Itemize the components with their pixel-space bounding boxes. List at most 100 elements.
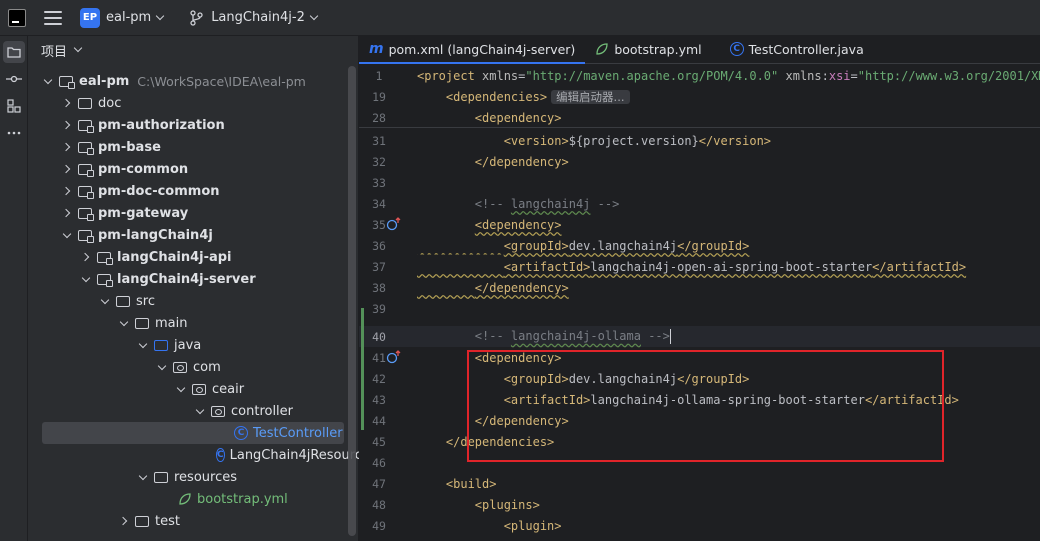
- code-token: <dependency>: [474, 217, 562, 232]
- code-token: langchain4j-open-ai-spring-boot-starter: [590, 259, 873, 274]
- tab-testcontroller-java[interactable]: C TestController.java: [720, 35, 874, 63]
- code-area[interactable]: 1 <project xmlns = "http://maven.apache.or…: [359, 65, 1040, 541]
- folder-icon: [135, 515, 149, 527]
- panel-header[interactable]: 项目: [28, 36, 358, 64]
- tab-pom-xml[interactable]: m pom.xml (langChain4j-server): [359, 35, 586, 64]
- project-scrollbar[interactable]: [348, 66, 356, 536]
- line-number: 47: [372, 476, 386, 491]
- tree-item-pm-base[interactable]: pm-base: [28, 136, 358, 158]
- code-token: "http://maven.apache.org/POM/4.0.0": [525, 68, 779, 83]
- code-line: 28 <dependency>: [359, 107, 1040, 128]
- tree-item-langchain4j-api[interactable]: langChain4j-api: [28, 246, 358, 268]
- project-name[interactable]: eal-pm: [106, 10, 151, 25]
- expand-arrow-icon[interactable]: [100, 296, 110, 306]
- project-badge[interactable]: EP: [80, 7, 100, 28]
- module-folder-icon: [97, 251, 113, 265]
- code-token: <build>: [445, 476, 497, 491]
- line-number: 43: [372, 392, 386, 407]
- tab-label: bootstrap.yml: [614, 41, 702, 57]
- expand-arrow-icon[interactable]: [176, 384, 186, 394]
- tree-item-langchain4jresource[interactable]: C LangChain4jResource: [28, 444, 370, 466]
- code-line: 48 <plugins>: [359, 494, 1040, 515]
- chevron-down-icon[interactable]: [309, 11, 319, 20]
- tree-item-label: com: [193, 359, 221, 375]
- branch-name[interactable]: LangChain4j-2: [211, 10, 305, 25]
- code-token: </groupId>: [677, 238, 750, 253]
- git-branch-icon[interactable]: [189, 9, 203, 26]
- tree-item-testcontroller[interactable]: C TestController: [42, 422, 344, 444]
- tree-item-doc[interactable]: doc: [28, 92, 358, 114]
- edit-starters-hint[interactable]: 编辑启动器...: [551, 89, 630, 104]
- vcs-change-marker[interactable]: [361, 308, 364, 430]
- chevron-down-icon[interactable]: [155, 11, 165, 20]
- tree-item-java[interactable]: java: [28, 334, 358, 356]
- package-icon: [192, 383, 206, 395]
- tool-window-strip: [0, 36, 28, 541]
- intellij-logo-icon[interactable]: [8, 8, 26, 27]
- spring-leaf-icon: [595, 42, 609, 56]
- tree-item-controller[interactable]: controller: [28, 400, 358, 422]
- more-icon[interactable]: [3, 122, 25, 144]
- tree-item-pm-authorization[interactable]: pm-authorization: [28, 114, 358, 136]
- code-line: 39: [359, 298, 1040, 319]
- expand-arrow-icon[interactable]: [138, 472, 148, 482]
- package-icon: [211, 405, 225, 417]
- tree-item-resources[interactable]: resources: [28, 466, 358, 488]
- tree-item-main[interactable]: main: [28, 312, 358, 334]
- line-number: 37: [372, 259, 386, 274]
- overrides-parent-icon[interactable]: [386, 350, 402, 364]
- spring-leaf-icon: [178, 492, 192, 506]
- expand-arrow-icon[interactable]: [43, 76, 53, 86]
- tree-item-label: pm-authorization: [98, 117, 225, 133]
- tree-item-langchain4j-server[interactable]: langChain4j-server: [28, 268, 358, 290]
- expand-arrow-icon[interactable]: [119, 318, 129, 328]
- line-number: 31: [372, 133, 386, 148]
- code-line: 31 <version>${project.version}</version>: [359, 130, 1040, 151]
- expand-arrow-icon[interactable]: [81, 252, 91, 262]
- expand-arrow-icon[interactable]: [62, 120, 72, 130]
- module-folder-icon: [59, 75, 75, 89]
- expand-arrow-icon[interactable]: [62, 208, 72, 218]
- code-token: <!--: [474, 329, 511, 343]
- tree-item-pm-common[interactable]: pm-common: [28, 158, 358, 180]
- expand-arrow-icon[interactable]: [138, 340, 148, 350]
- overrides-parent-icon[interactable]: [386, 217, 402, 231]
- module-folder-icon: [78, 163, 94, 177]
- line-number: 42: [372, 371, 386, 386]
- tree-item-pm-doc-common[interactable]: pm-doc-common: [28, 180, 358, 202]
- main-menu-icon[interactable]: [44, 10, 62, 25]
- line-number: 45: [372, 434, 386, 449]
- project-folder-icon[interactable]: [3, 41, 25, 63]
- tree-item-src[interactable]: src: [28, 290, 358, 312]
- expand-arrow-icon[interactable]: [157, 362, 167, 372]
- code-token: </dependency>: [474, 280, 569, 295]
- tree-item-pm-langchain4j[interactable]: pm-langChain4j: [28, 224, 358, 246]
- tree-item-pm-gateway[interactable]: pm-gateway: [28, 202, 358, 224]
- expand-arrow-icon[interactable]: [62, 142, 72, 152]
- folder-icon: [78, 97, 92, 109]
- expand-arrow-icon[interactable]: [195, 406, 205, 416]
- tab-bootstrap-yml[interactable]: bootstrap.yml: [585, 35, 711, 63]
- expand-arrow-icon[interactable]: [81, 274, 91, 284]
- tree-item-eal-pm[interactable]: eal-pm C:\WorkSpace\IDEA\eal-pm: [28, 70, 358, 92]
- tree-item-com[interactable]: com: [28, 356, 358, 378]
- line-number: 44: [372, 413, 386, 428]
- commit-icon[interactable]: [3, 68, 25, 90]
- code-token: <project: [417, 68, 483, 83]
- structure-icon[interactable]: [3, 95, 25, 117]
- tree-item-test[interactable]: test: [28, 510, 358, 532]
- class-icon: C: [729, 42, 744, 56]
- class-icon: C: [234, 426, 248, 440]
- tree-item-ceair[interactable]: ceair: [28, 378, 358, 400]
- line-number: 48: [372, 497, 386, 512]
- expand-arrow-icon[interactable]: [119, 516, 129, 526]
- expand-arrow-icon[interactable]: [62, 98, 72, 108]
- expand-arrow-icon[interactable]: [62, 164, 72, 174]
- module-folder-icon: [78, 141, 94, 155]
- line-number: 40: [372, 329, 386, 344]
- tree-item-bootstrap-yml[interactable]: bootstrap.yml: [28, 488, 358, 510]
- expand-arrow-icon[interactable]: [62, 230, 72, 240]
- expand-arrow-icon[interactable]: [62, 186, 72, 196]
- chevron-down-icon[interactable]: [73, 43, 83, 53]
- tree-item-label: resources: [174, 469, 238, 485]
